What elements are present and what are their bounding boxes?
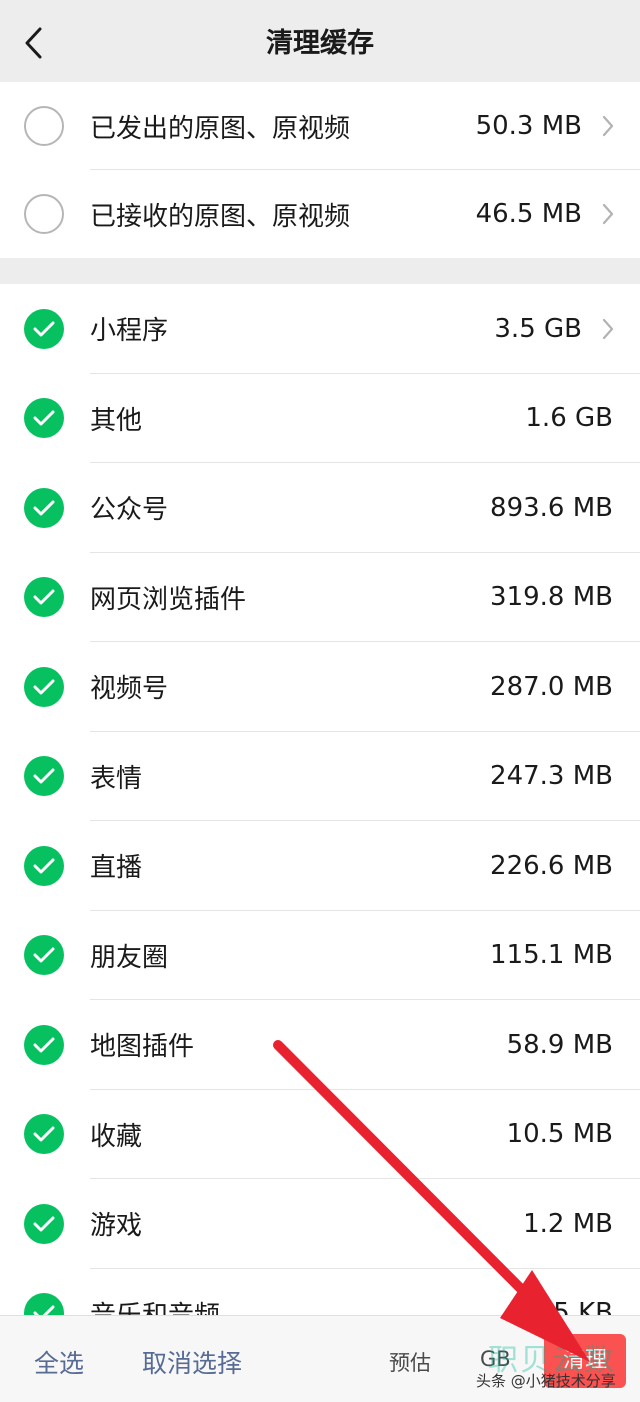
checked-circle-icon[interactable] — [24, 1114, 64, 1155]
item-size: 3.5 GB — [494, 313, 582, 344]
list-item[interactable]: 网页浏览插件 319.8 MB — [0, 553, 640, 642]
list-item[interactable]: 表情 247.3 MB — [0, 732, 640, 821]
item-label: 其他 — [90, 405, 143, 436]
item-size: 46.5 MB — [475, 199, 582, 229]
list-item[interactable]: 其他 1.6 GB — [0, 374, 640, 463]
checked-circle-icon[interactable] — [24, 756, 64, 797]
item-size: 1.6 GB — [525, 403, 613, 434]
item-size: 10.5 MB — [506, 1119, 613, 1150]
checked-circle-icon[interactable] — [24, 1293, 64, 1315]
item-size: 287.0 MB — [490, 671, 613, 702]
item-label: 地图插件 — [90, 1032, 195, 1063]
checked-circle-icon[interactable] — [24, 308, 64, 349]
item-size: 1.2 MB — [523, 1208, 613, 1239]
list-item[interactable]: 公众号 893.6 MB — [0, 463, 640, 553]
item-size: 50.3 MB — [475, 111, 582, 141]
list-item[interactable]: 收藏 10.5 MB — [0, 1090, 640, 1179]
nav-bar: 清理缓存 — [0, 0, 640, 84]
item-label: 收藏 — [90, 1121, 143, 1152]
item-size: 58.9 MB — [506, 1029, 613, 1060]
checked-circle-icon[interactable] — [24, 398, 64, 439]
chevron-right-icon — [600, 114, 616, 138]
estimate-label: 预估 — [389, 1351, 431, 1375]
item-label: 网页浏览插件 — [90, 584, 247, 615]
list-item[interactable]: 已接收的原图、原视频 46.5 MB — [0, 170, 640, 258]
cache-category-group: 小程序 3.5 GB 其他 1.6 GB 公众号 893.6 MB 网页浏览插件 319.8 … — [0, 284, 640, 1315]
list-item[interactable]: 地图插件 58.9 MB — [0, 1000, 640, 1090]
checked-circle-icon[interactable] — [24, 1203, 64, 1244]
cancel-selection-button[interactable]: 取消选择 — [142, 1344, 242, 1380]
item-label: 音乐和音频 — [90, 1295, 220, 1315]
item-size: 247.3 MB — [490, 761, 613, 792]
item-size: 319.8 MB — [490, 582, 613, 613]
chevron-right-icon — [600, 202, 616, 226]
item-label: 公众号 — [90, 495, 169, 526]
item-size: 75 KB — [536, 1298, 613, 1315]
item-label: 已接收的原图、原视频 — [90, 201, 351, 232]
chevron-right-icon — [600, 317, 616, 341]
checked-circle-icon[interactable] — [24, 487, 64, 528]
watermark-author: 头条 @小猪技术分享 — [476, 1372, 616, 1390]
unchecked-circle-icon[interactable] — [24, 106, 64, 146]
item-size: 226.6 MB — [490, 850, 613, 881]
page-title: 清理缓存 — [266, 28, 374, 59]
original-media-group: 已发出的原图、原视频 50.3 MB 已接收的原图、原视频 46.5 MB — [0, 82, 640, 258]
checked-circle-icon[interactable] — [24, 666, 64, 707]
list-item[interactable]: 游戏 1.2 MB — [0, 1179, 640, 1269]
checked-circle-icon[interactable] — [24, 935, 64, 976]
item-label: 表情 — [90, 763, 143, 794]
list-item[interactable]: 已发出的原图、原视频 50.3 MB — [0, 82, 640, 170]
item-label: 游戏 — [90, 1211, 143, 1242]
item-size: 893.6 MB — [490, 492, 613, 523]
item-label: 已发出的原图、原视频 — [90, 113, 351, 144]
item-size: 115.1 MB — [490, 940, 613, 971]
select-all-button[interactable]: 全选 — [34, 1344, 84, 1380]
list-item[interactable]: 音乐和音频 75 KB — [0, 1269, 640, 1315]
list-item[interactable]: 直播 226.6 MB — [0, 821, 640, 911]
checked-circle-icon[interactable] — [24, 845, 64, 886]
item-label: 视频号 — [90, 674, 169, 705]
unchecked-circle-icon[interactable] — [24, 194, 64, 234]
item-label: 朋友圈 — [90, 942, 169, 973]
list-item[interactable]: 小程序 3.5 GB — [0, 284, 640, 374]
item-label: 小程序 — [90, 316, 169, 347]
checked-circle-icon[interactable] — [24, 577, 64, 618]
list-item[interactable]: 视频号 287.0 MB — [0, 642, 640, 732]
item-label: 直播 — [90, 853, 143, 884]
list-item[interactable]: 朋友圈 115.1 MB — [0, 911, 640, 1000]
checked-circle-icon[interactable] — [24, 1024, 64, 1065]
